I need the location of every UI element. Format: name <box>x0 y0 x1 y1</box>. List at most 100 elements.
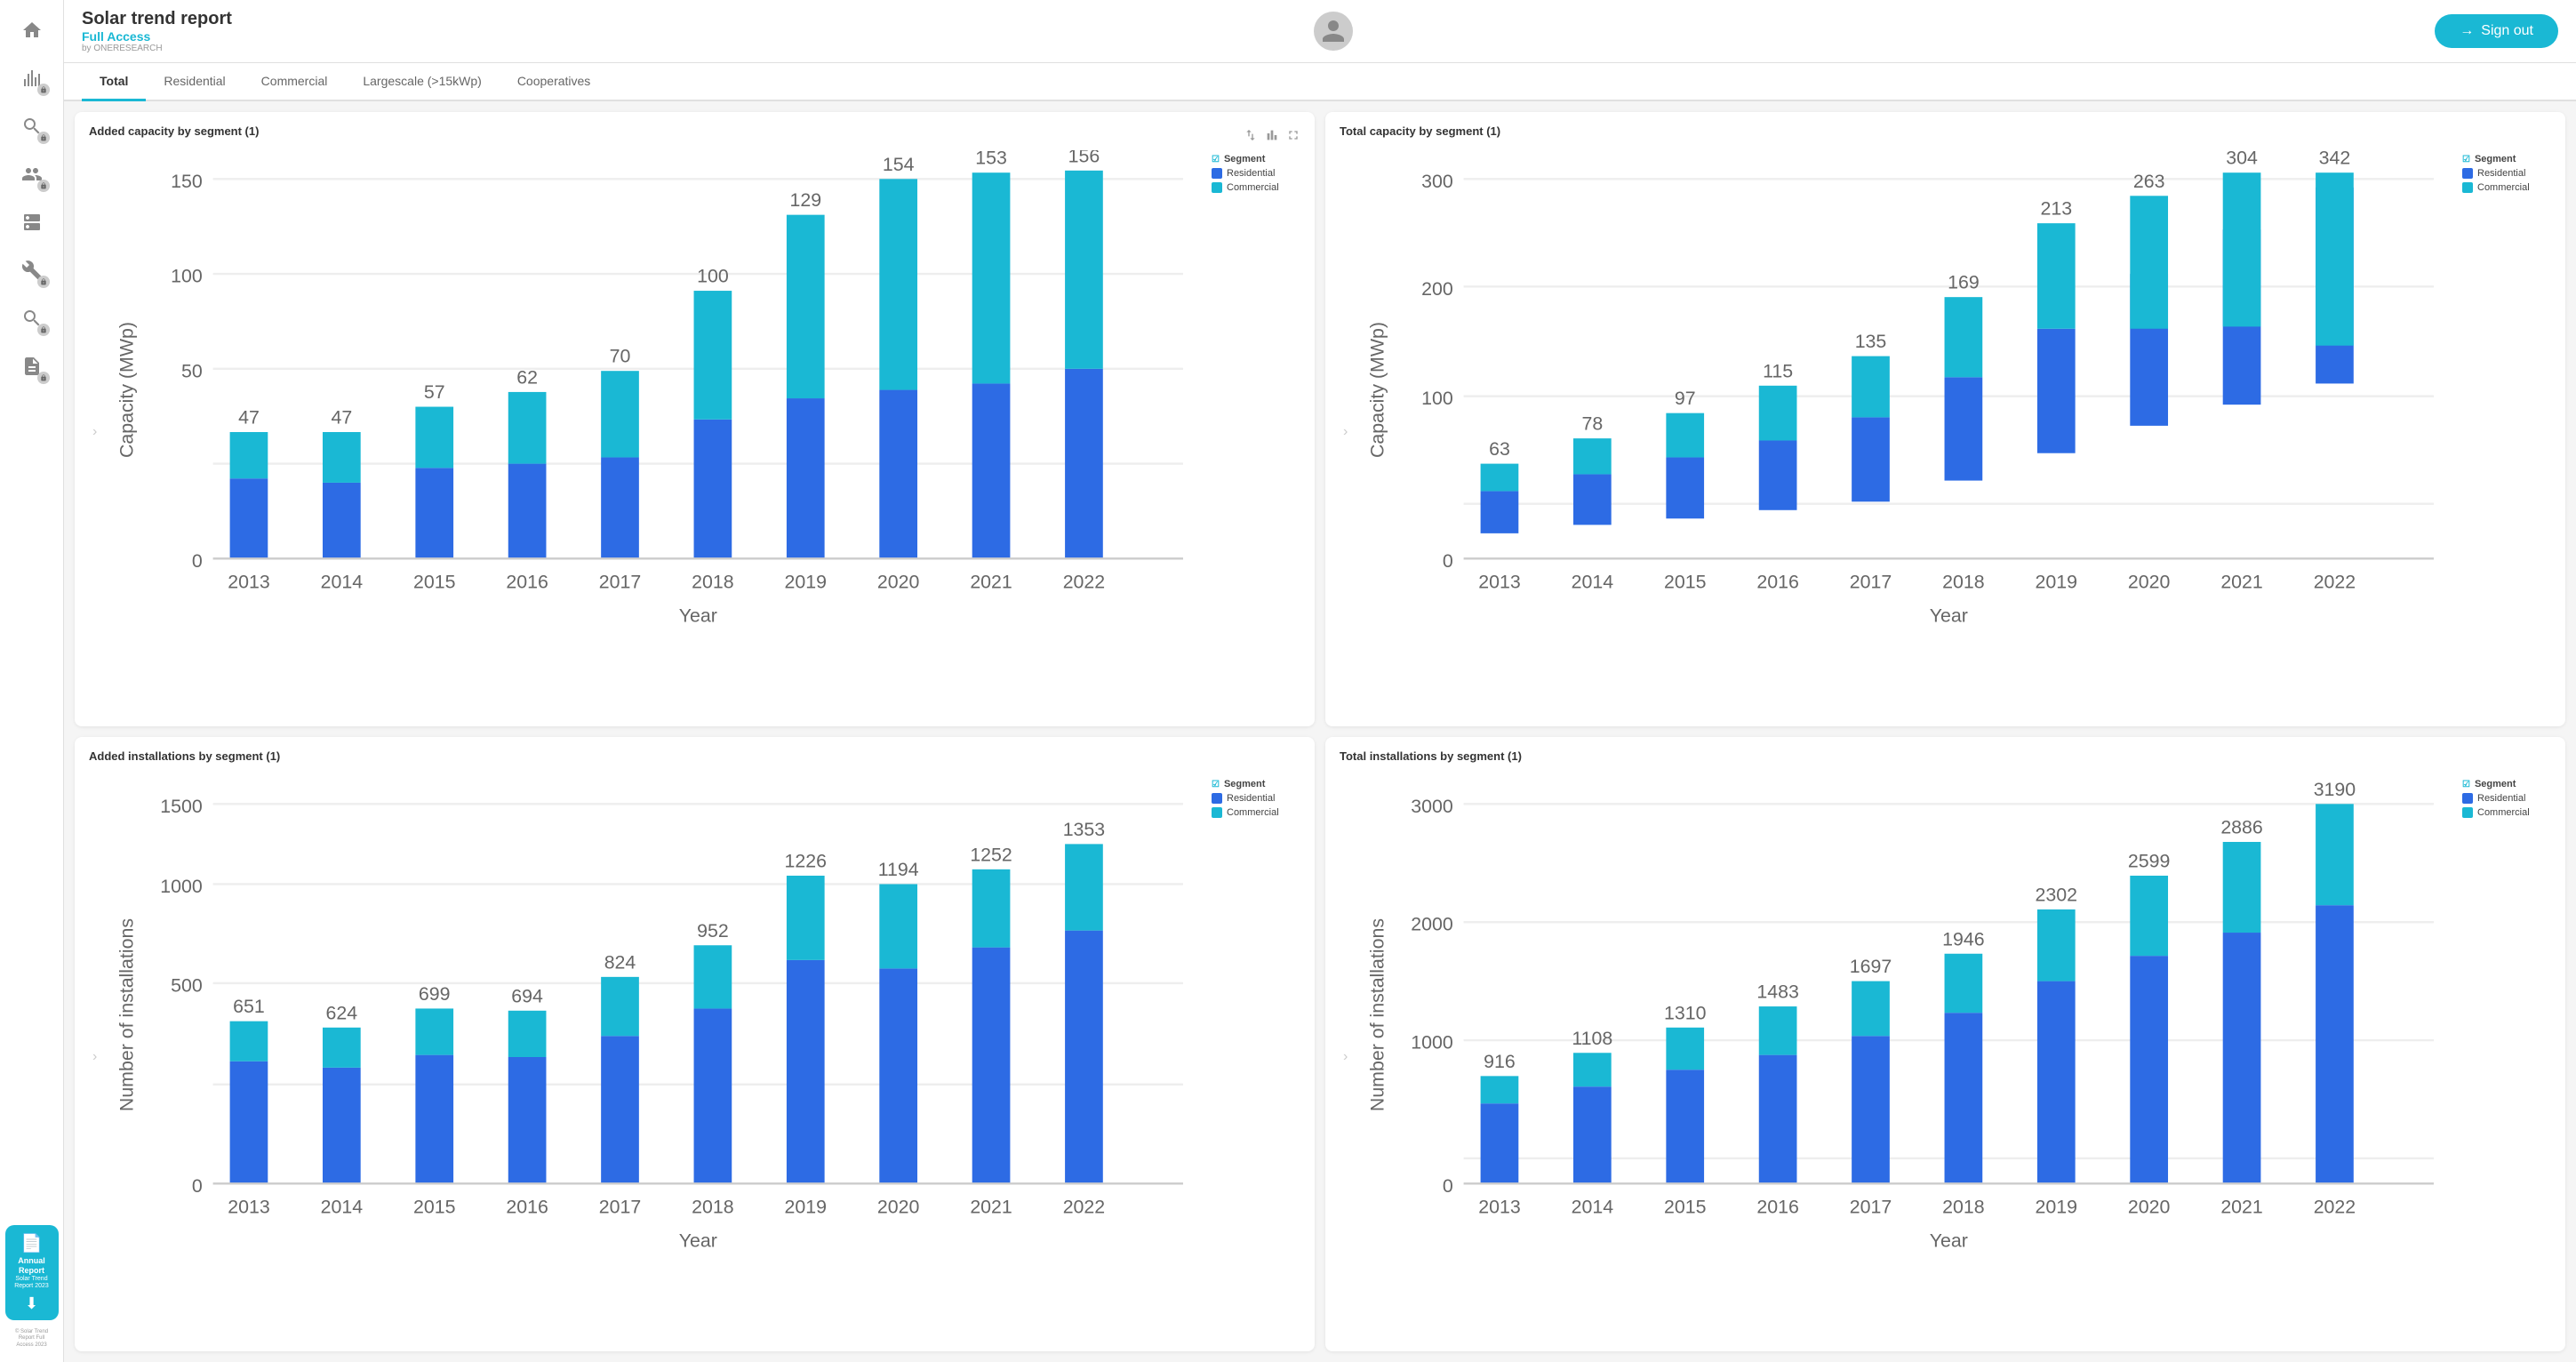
svg-text:2022: 2022 <box>1063 572 1105 593</box>
chart-toolbar <box>1244 128 1300 142</box>
svg-text:129: 129 <box>790 189 822 211</box>
total-installations-title: Total installations by segment (1) <box>1340 749 1522 763</box>
legend-header: ☑ Segment <box>2462 779 2551 789</box>
svg-text:Year: Year <box>679 1230 717 1252</box>
svg-text:Year: Year <box>1930 605 1968 627</box>
svg-text:2019: 2019 <box>785 572 827 593</box>
svg-text:300: 300 <box>1421 171 1453 192</box>
svg-text:2021: 2021 <box>2221 572 2263 593</box>
svg-text:2013: 2013 <box>228 572 270 593</box>
sidebar-item-analytics[interactable] <box>11 297 53 340</box>
added-installations-chart: Added installations by segment (1) › 150… <box>75 737 1315 1351</box>
chart-prev[interactable]: › <box>1340 150 1351 714</box>
svg-text:2017: 2017 <box>1850 1197 1892 1218</box>
svg-text:1108: 1108 <box>1572 1028 1613 1049</box>
total-capacity-legend: ☑ Segment Residential Commercial <box>2462 150 2551 714</box>
sort-icon[interactable] <box>1244 128 1258 142</box>
tab-largescale[interactable]: Largescale (>15kWp) <box>345 63 499 101</box>
svg-text:624: 624 <box>326 1002 358 1023</box>
total-installations-chart: Total installations by segment (1) › 300… <box>1325 737 2565 1351</box>
svg-text:0: 0 <box>192 550 203 572</box>
svg-text:57: 57 <box>424 381 445 403</box>
residential-color <box>2462 793 2473 804</box>
svg-text:2018: 2018 <box>692 1197 733 1218</box>
svg-text:2016: 2016 <box>507 572 548 593</box>
sidebar-item-home[interactable] <box>11 9 53 52</box>
svg-text:2019: 2019 <box>2036 1197 2077 1218</box>
expand-icon[interactable] <box>1286 128 1300 142</box>
chart-prev[interactable]: › <box>89 150 100 714</box>
copyright-text: © Solar TrendReport FullAccess 2023 <box>12 1326 52 1353</box>
svg-text:2014: 2014 <box>1572 572 1614 593</box>
signout-label: Sign out <box>2481 23 2533 39</box>
tab-total[interactable]: Total <box>82 63 146 101</box>
legend-commercial: Commercial <box>1212 182 1300 193</box>
svg-text:2015: 2015 <box>413 572 455 593</box>
svg-text:2302: 2302 <box>2036 884 2077 905</box>
residential-label: Residential <box>2477 793 2525 804</box>
svg-text:135: 135 <box>1855 331 1887 352</box>
svg-text:2016: 2016 <box>507 1197 548 1218</box>
tab-cooperatives[interactable]: Cooperatives <box>500 63 609 101</box>
svg-text:Year: Year <box>1930 1230 1968 1252</box>
header-right: → Sign out <box>2435 14 2558 48</box>
svg-text:1483: 1483 <box>1757 981 1799 1003</box>
svg-text:2020: 2020 <box>877 1197 920 1218</box>
svg-text:651: 651 <box>233 996 265 1017</box>
svg-text:169: 169 <box>1948 272 1980 293</box>
svg-text:2014: 2014 <box>321 1197 364 1218</box>
chart-prev[interactable]: › <box>89 775 100 1339</box>
svg-text:3190: 3190 <box>2314 779 2356 800</box>
svg-text:1252: 1252 <box>971 844 1012 865</box>
residential-label: Residential <box>1227 793 1275 804</box>
logo-text: Solar trend report Full Access by ONERES… <box>82 9 232 53</box>
svg-text:0: 0 <box>1443 550 1453 572</box>
annual-report-promo[interactable]: 📄 AnnualReport Solar TrendReport 2023 ⬇ <box>5 1225 59 1319</box>
svg-text:1353: 1353 <box>1063 819 1105 840</box>
residential-color <box>1212 793 1222 804</box>
sidebar-item-doc[interactable] <box>11 345 53 388</box>
svg-text:2021: 2021 <box>971 572 1012 593</box>
bar-chart-icon[interactable] <box>1265 128 1279 142</box>
svg-text:2019: 2019 <box>2036 572 2077 593</box>
svg-text:2015: 2015 <box>1664 572 1706 593</box>
tab-commercial[interactable]: Commercial <box>244 63 346 101</box>
avatar[interactable] <box>1314 12 1353 51</box>
commercial-label: Commercial <box>1227 182 1279 193</box>
svg-text:2018: 2018 <box>1942 1197 1984 1218</box>
svg-text:304: 304 <box>2227 150 2259 169</box>
svg-text:2000: 2000 <box>1412 914 1454 935</box>
svg-text:1697: 1697 <box>1850 956 1892 977</box>
svg-text:2022: 2022 <box>2314 1197 2356 1218</box>
header: Solar trend report Full Access by ONERES… <box>64 0 2576 63</box>
chart-prev[interactable]: › <box>1340 775 1351 1339</box>
svg-text:1000: 1000 <box>1412 1032 1454 1054</box>
main-content: Solar trend report Full Access by ONERES… <box>64 0 2576 1362</box>
sidebar-item-tools[interactable] <box>11 249 53 292</box>
legend-segment-label: Segment <box>2475 779 2516 789</box>
sidebar-item-database[interactable] <box>11 201 53 244</box>
added-installations-legend: ☑ Segment Residential Commercial <box>1212 775 1300 1339</box>
residential-color <box>1212 168 1222 179</box>
sidebar-item-charts[interactable] <box>11 57 53 100</box>
sidebar-item-search[interactable] <box>11 105 53 148</box>
svg-text:70: 70 <box>610 346 631 367</box>
svg-text:2886: 2886 <box>2221 817 2263 838</box>
tab-residential[interactable]: Residential <box>146 63 243 101</box>
commercial-color <box>1212 182 1222 193</box>
signout-button[interactable]: → Sign out <box>2435 14 2558 48</box>
sidebar-item-people[interactable] <box>11 153 53 196</box>
svg-text:2014: 2014 <box>1572 1197 1614 1218</box>
svg-text:2015: 2015 <box>413 1197 455 1218</box>
total-capacity-chart: Total capacity by segment (1) › 300 200 <box>1325 112 2565 726</box>
svg-text:500: 500 <box>171 974 203 996</box>
total-capacity-header: Total capacity by segment (1) <box>1340 124 2551 145</box>
svg-text:2017: 2017 <box>599 572 641 593</box>
legend-commercial: Commercial <box>1212 807 1300 818</box>
svg-text:2018: 2018 <box>692 572 733 593</box>
svg-text:63: 63 <box>1489 438 1510 460</box>
legend-commercial: Commercial <box>2462 182 2551 193</box>
total-capacity-container: 300 200 100 0 Capacity (MWp) 63 78 <box>1358 150 2455 714</box>
svg-text:1310: 1310 <box>1664 1002 1707 1023</box>
svg-text:263: 263 <box>2133 171 2165 192</box>
